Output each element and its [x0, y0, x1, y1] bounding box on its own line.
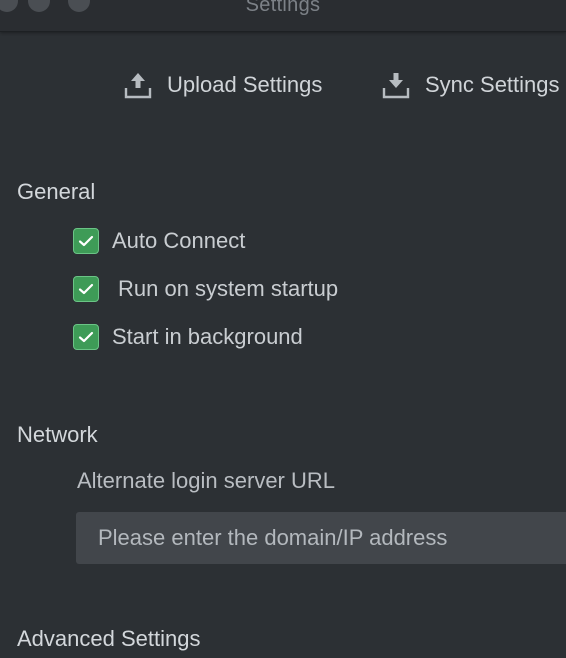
- start-in-background-label: Start in background: [112, 324, 303, 349]
- auto-connect-option[interactable]: Auto Connect: [73, 227, 245, 255]
- login-server-url-label: Alternate login server URL: [77, 468, 336, 493]
- sync-settings-button[interactable]: Sync Settings: [380, 68, 560, 102]
- checkmark-icon: [78, 331, 94, 343]
- sync-settings-label: Sync Settings: [425, 72, 560, 97]
- auto-connect-label: Auto Connect: [112, 228, 246, 253]
- upload-settings-button[interactable]: Upload Settings: [122, 68, 322, 102]
- section-title-general: General: [17, 179, 96, 204]
- window-title: Settings: [245, 0, 321, 16]
- run-on-startup-checkbox[interactable]: [73, 276, 99, 302]
- checkmark-icon: [78, 283, 94, 295]
- start-in-background-checkbox[interactable]: [73, 324, 99, 350]
- login-server-url-input[interactable]: [76, 512, 566, 564]
- start-in-background-option[interactable]: Start in background: [73, 323, 303, 351]
- checkmark-icon: [78, 235, 94, 247]
- run-on-startup-option[interactable]: Run on system startup: [73, 275, 338, 303]
- settings-window: Settings Upload Settings Sync Settings G…: [0, 0, 566, 658]
- download-icon: [380, 69, 412, 101]
- auto-connect-checkbox[interactable]: [73, 228, 99, 254]
- upload-icon: [122, 69, 154, 101]
- title-bar: Settings: [0, 0, 566, 32]
- upload-settings-label: Upload Settings: [167, 72, 323, 97]
- section-title-advanced: Advanced Settings: [17, 626, 201, 651]
- run-on-startup-label: Run on system startup: [118, 276, 339, 301]
- section-title-network: Network: [17, 422, 98, 447]
